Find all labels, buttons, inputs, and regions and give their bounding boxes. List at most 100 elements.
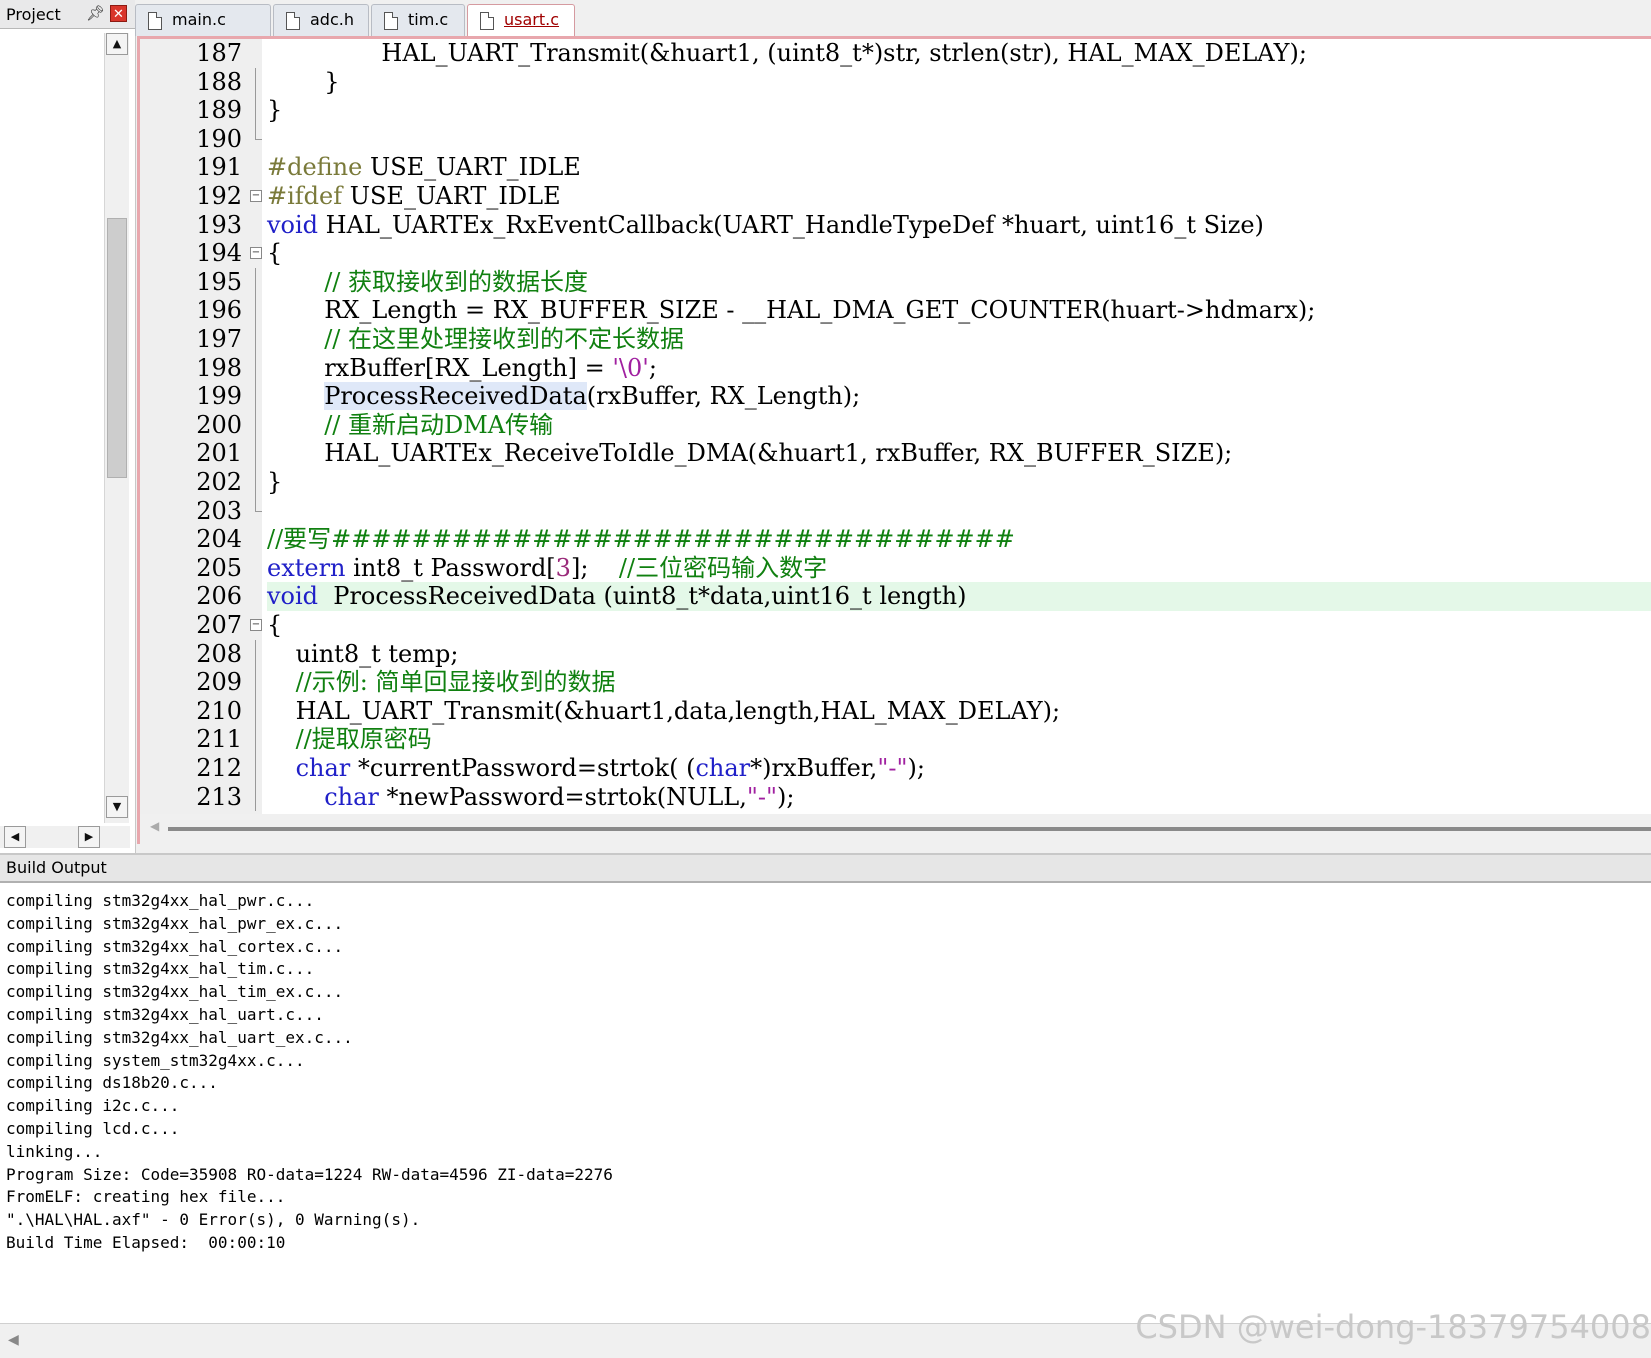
code-line[interactable]: 212 char *currentPassword=strtok( (char*)… <box>140 754 1651 783</box>
code-token: { <box>267 239 283 268</box>
string-token: '\0' <box>612 353 649 382</box>
fold-toggle-icon[interactable]: − <box>250 619 262 631</box>
project-horizontal-scrollbar[interactable]: ◀ ▶ <box>0 826 130 848</box>
code-line[interactable]: 203 <box>140 496 1651 526</box>
code-line[interactable]: 200 // 重新启动DMA传输 <box>140 410 1651 440</box>
code-token: HAL_UART_Transmit(&huart1, (uint8_t*)str… <box>381 39 1307 67</box>
code-line[interactable]: 213 char *newPassword=strtok(NULL,"-"); <box>140 782 1651 812</box>
scrollbar-thumb[interactable] <box>107 218 127 478</box>
comment-token: //要写################################## <box>267 525 1015 554</box>
fold-line-marker <box>255 410 256 440</box>
line-text: } <box>267 96 1651 125</box>
tab-adc-h[interactable]: adc.h <box>273 4 369 36</box>
scrollbar-thumb[interactable] <box>168 827 1651 831</box>
build-output-line: compiling stm32g4xx_hal_pwr.c... <box>6 891 315 910</box>
line-number: 203 <box>196 496 242 525</box>
code-line[interactable]: 208 uint8_t temp; <box>140 639 1651 669</box>
code-line[interactable]: 193 void HAL_UARTEx_RxEventCallback(UART_… <box>140 211 1651 240</box>
line-text: uint8_t temp; <box>267 640 1651 669</box>
scroll-right-icon[interactable]: ▶ <box>78 826 100 848</box>
line-text: // 在这里处理接收到的不定长数据 <box>267 325 1651 354</box>
code-line[interactable]: 190 <box>140 124 1651 154</box>
comment-token: // 在这里处理接收到的不定长数据 <box>324 325 684 353</box>
build-output-line: ".\HAL\HAL.axf" - 0 Error(s), 0 Warning(… <box>6 1210 421 1230</box>
file-icon <box>286 12 300 30</box>
line-text: { <box>267 239 1651 268</box>
code-token: ); <box>907 754 925 782</box>
code-line[interactable]: 197 // 在这里处理接收到的不定长数据 <box>140 325 1651 354</box>
fold-line-marker <box>255 67 256 97</box>
fold-toggle-icon[interactable]: − <box>250 247 262 260</box>
code-line[interactable]: 205 extern int8_t Password[3]; //三位密码输入数字 <box>140 554 1651 583</box>
fold-end-marker <box>255 124 262 140</box>
file-icon <box>384 12 398 30</box>
scroll-left-icon[interactable]: ◀ <box>150 819 159 833</box>
string-token: "-" <box>877 754 908 782</box>
code-line[interactable]: 202} <box>140 468 1651 497</box>
code-token: RX_Length = RX_BUFFER_SIZE - __HAL_DMA_G… <box>324 296 1316 325</box>
editor-horizontal-scrollbar[interactable]: ◀ <box>140 814 1651 844</box>
code-line[interactable]: 199 ProcessReceivedData(rxBuffer, RX_Leng… <box>140 382 1651 411</box>
code-line[interactable]: 206 void ProcessReceivedData (uint8_t*dat… <box>140 582 1651 611</box>
string-token: "-" <box>746 782 778 811</box>
tab-label: main.c <box>172 10 226 29</box>
project-vertical-scrollbar[interactable]: ▲ ▼ <box>104 33 129 823</box>
file-tab-bar: main.c adc.h tim.c usart.c <box>135 0 1651 36</box>
code-line[interactable]: 192− #ifdef USE_UART_IDLE <box>140 182 1651 211</box>
scroll-up-icon[interactable]: ▲ <box>106 33 128 55</box>
line-number: 192 <box>196 182 242 210</box>
code-line[interactable]: 198 rxBuffer[RX_Length] = '\0'; <box>140 353 1651 383</box>
code-token: } <box>267 96 283 125</box>
code-line[interactable]: 201 HAL_UARTEx_ReceiveToIdle_DMA(&huart1,… <box>140 439 1651 468</box>
line-number: 207 <box>196 611 242 639</box>
build-output-line: compiling stm32g4xx_hal_tim_ex.c... <box>6 982 344 1002</box>
line-text: char *newPassword=strtok(NULL,"-"); <box>267 783 1651 812</box>
comment-token: //提取原密码 <box>295 725 432 754</box>
build-output-line: compiling system_stm32g4xx.c... <box>6 1050 305 1070</box>
code-line[interactable]: 188} <box>140 67 1651 97</box>
code-editor[interactable]: 187 HAL_UART_Transmit(&huart1, (uint8_t*)… <box>137 36 1651 844</box>
line-number: 206 <box>196 582 242 611</box>
tab-label: tim.c <box>408 10 449 29</box>
close-icon[interactable]: ✕ <box>110 5 127 22</box>
scroll-left-icon[interactable]: ◀ <box>8 1332 19 1348</box>
tab-main-c[interactable]: main.c <box>135 4 271 36</box>
build-output-panel[interactable]: compiling stm32g4xx_hal_pwr.c... compilin… <box>0 883 1651 1323</box>
code-token: } <box>324 67 340 96</box>
line-text: } <box>267 468 1651 497</box>
code-line[interactable]: 194−{ <box>140 239 1651 268</box>
scroll-down-icon[interactable]: ▼ <box>106 796 128 818</box>
code-line[interactable]: 196 RX_Length = RX_BUFFER_SIZE - __HAL_DM… <box>140 296 1651 325</box>
code-line[interactable]: 207−{ <box>140 611 1651 640</box>
tab-label: adc.h <box>310 10 354 29</box>
build-output-header: Build Output <box>0 853 1651 883</box>
code-line[interactable]: 187 HAL_UART_Transmit(&huart1, (uint8_t*)… <box>140 39 1651 68</box>
code-line[interactable]: 189} <box>140 96 1651 125</box>
fold-toggle-icon[interactable]: − <box>250 190 262 202</box>
fold-line-marker <box>255 325 256 354</box>
pin-icon[interactable]: 📌︎ <box>86 4 105 22</box>
line-number: 188 <box>196 67 242 96</box>
code-line[interactable]: 195 // 获取接收到的数据长度 <box>140 267 1651 297</box>
code-token: HAL_UARTEx_RxEventCallback(UART_HandleTy… <box>318 210 1264 239</box>
build-output-line: compiling stm32g4xx_hal_uart.c... <box>6 1005 324 1024</box>
line-text: void ProcessReceivedData (uint8_t*data,u… <box>267 582 1651 611</box>
comment-token: //示例: 简单回显接收到的数据 <box>295 668 616 697</box>
code-line[interactable]: 211 //提取原密码 <box>140 725 1651 754</box>
code-area[interactable]: 187 HAL_UART_Transmit(&huart1, (uint8_t*)… <box>140 39 1651 814</box>
build-output-line: compiling lcd.c... <box>6 1119 180 1138</box>
code-line[interactable]: 210 HAL_UART_Transmit(&huart1,data,length… <box>140 696 1651 726</box>
comment-token: // 获取接收到的数据长度 <box>324 267 588 296</box>
line-text: HAL_UART_Transmit(&huart1,data,length,HA… <box>267 697 1651 726</box>
code-line[interactable]: 209 //示例: 简单回显接收到的数据 <box>140 668 1651 697</box>
project-header: Project 📌︎ ✕ <box>0 0 135 29</box>
code-line[interactable]: 191 #define USE_UART_IDLE <box>140 153 1651 182</box>
scroll-left-icon[interactable]: ◀ <box>4 826 26 848</box>
line-number: 198 <box>196 353 242 382</box>
project-tree[interactable] <box>0 29 105 829</box>
line-text: rxBuffer[RX_Length] = '\0'; <box>267 354 1651 383</box>
tab-usart-c[interactable]: usart.c <box>467 4 575 36</box>
keyword-token: char <box>695 754 751 782</box>
code-line[interactable]: 204 //要写#################################… <box>140 525 1651 554</box>
tab-tim-c[interactable]: tim.c <box>371 4 465 36</box>
